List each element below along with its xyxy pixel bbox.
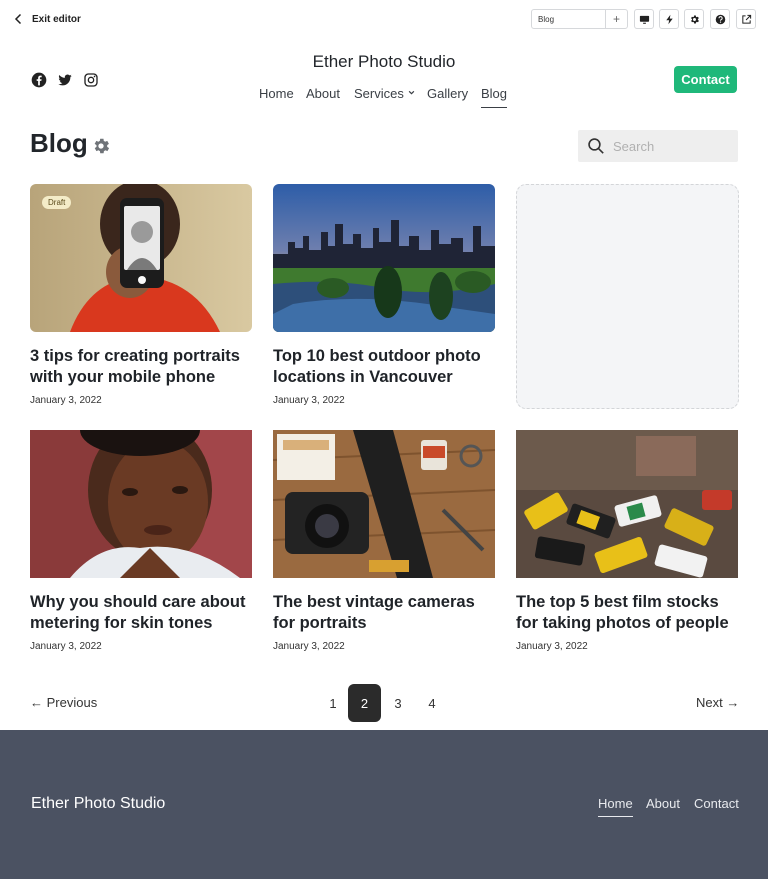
chevron-left-icon <box>14 13 22 25</box>
blog-post-card[interactable]: Top 10 best outdoor photo locations in V… <box>273 184 495 406</box>
pagination-previous[interactable]: ← Previous <box>30 695 97 710</box>
empty-post-placeholder[interactable] <box>516 184 739 409</box>
main-nav: Home About Services Gallery Blog <box>0 86 768 108</box>
draft-badge: Draft <box>42 196 72 209</box>
post-thumbnail[interactable] <box>516 430 738 578</box>
footer-link-home[interactable]: Home <box>598 796 633 817</box>
nav-item-services[interactable]: Services <box>354 86 415 101</box>
chevron-down-icon <box>408 90 415 95</box>
search-icon <box>588 138 604 154</box>
editor-toolbar: Exit editor Blog + <box>0 0 768 38</box>
post-title[interactable]: Top 10 best outdoor photo locations in V… <box>273 346 495 388</box>
page-title: Blog <box>30 128 88 158</box>
footer-link-about[interactable]: About <box>646 796 680 811</box>
pagination-page[interactable]: 3 <box>381 684 415 722</box>
contact-button[interactable]: Contact <box>674 66 737 93</box>
open-external-button[interactable] <box>736 9 756 29</box>
nav-item-about[interactable]: About <box>306 86 340 101</box>
nav-item-home[interactable]: Home <box>259 86 294 101</box>
pagination-page-current[interactable]: 2 <box>348 684 381 722</box>
quick-actions-button[interactable] <box>659 9 679 29</box>
page-select[interactable]: Blog + <box>531 9 628 29</box>
help-button[interactable] <box>710 9 730 29</box>
lightning-icon <box>665 14 673 24</box>
question-icon <box>715 14 725 24</box>
nav-item-blog[interactable]: Blog <box>481 86 508 108</box>
post-title[interactable]: The top 5 best film stocks for taking ph… <box>516 592 738 634</box>
post-image-portrait-woman <box>30 430 252 578</box>
page-select-value: Blog <box>538 14 555 24</box>
post-thumbnail[interactable] <box>273 184 495 332</box>
blog-post-card[interactable]: The top 5 best film stocks for taking ph… <box>516 430 738 652</box>
post-date: January 3, 2022 <box>273 641 345 652</box>
site-title[interactable]: Ether Photo Studio <box>234 52 534 72</box>
search-input[interactable] <box>613 138 733 154</box>
pagination-page[interactable]: 1 <box>316 684 350 722</box>
post-date: January 3, 2022 <box>30 395 102 406</box>
blog-post-card[interactable]: Draft 3 tips for creating portraits with… <box>30 184 252 406</box>
external-link-icon <box>741 14 751 24</box>
post-title[interactable]: The best vintage cameras for portraits <box>273 592 495 634</box>
post-thumbnail[interactable] <box>30 430 252 578</box>
pagination-page[interactable]: 4 <box>415 684 449 722</box>
post-date: January 3, 2022 <box>30 641 102 652</box>
desktop-preview-button[interactable] <box>634 9 654 29</box>
nav-item-services-label: Services <box>354 86 404 101</box>
site-footer: Ether Photo Studio Home About Contact <box>0 730 768 879</box>
search-box <box>578 130 738 162</box>
post-date: January 3, 2022 <box>516 641 588 652</box>
gear-icon <box>690 15 699 23</box>
exit-editor-label: Exit editor <box>32 13 81 25</box>
post-thumbnail[interactable]: Draft <box>30 184 252 332</box>
post-image-vancouver-skyline <box>273 184 495 332</box>
settings-button[interactable] <box>684 9 704 29</box>
nav-item-gallery[interactable]: Gallery <box>427 86 468 101</box>
post-title[interactable]: 3 tips for creating portraits with your … <box>30 346 252 388</box>
gear-icon[interactable] <box>91 136 111 156</box>
post-date: January 3, 2022 <box>273 395 345 406</box>
exit-editor-button[interactable]: Exit editor <box>14 10 81 28</box>
blog-post-card[interactable]: The best vintage cameras for portraits J… <box>273 430 495 652</box>
add-page-button[interactable]: + <box>605 10 627 28</box>
monitor-icon <box>639 15 649 24</box>
post-title[interactable]: Why you should care about metering for s… <box>30 592 252 634</box>
post-image-film-rolls <box>516 430 738 578</box>
blog-post-card[interactable]: Why you should care about metering for s… <box>30 430 252 652</box>
footer-brand[interactable]: Ether Photo Studio <box>31 795 165 813</box>
post-image-vintage-camera <box>273 430 495 578</box>
post-thumbnail[interactable] <box>273 430 495 578</box>
footer-link-contact[interactable]: Contact <box>694 796 739 811</box>
pagination-next[interactable]: Next → <box>696 695 739 710</box>
